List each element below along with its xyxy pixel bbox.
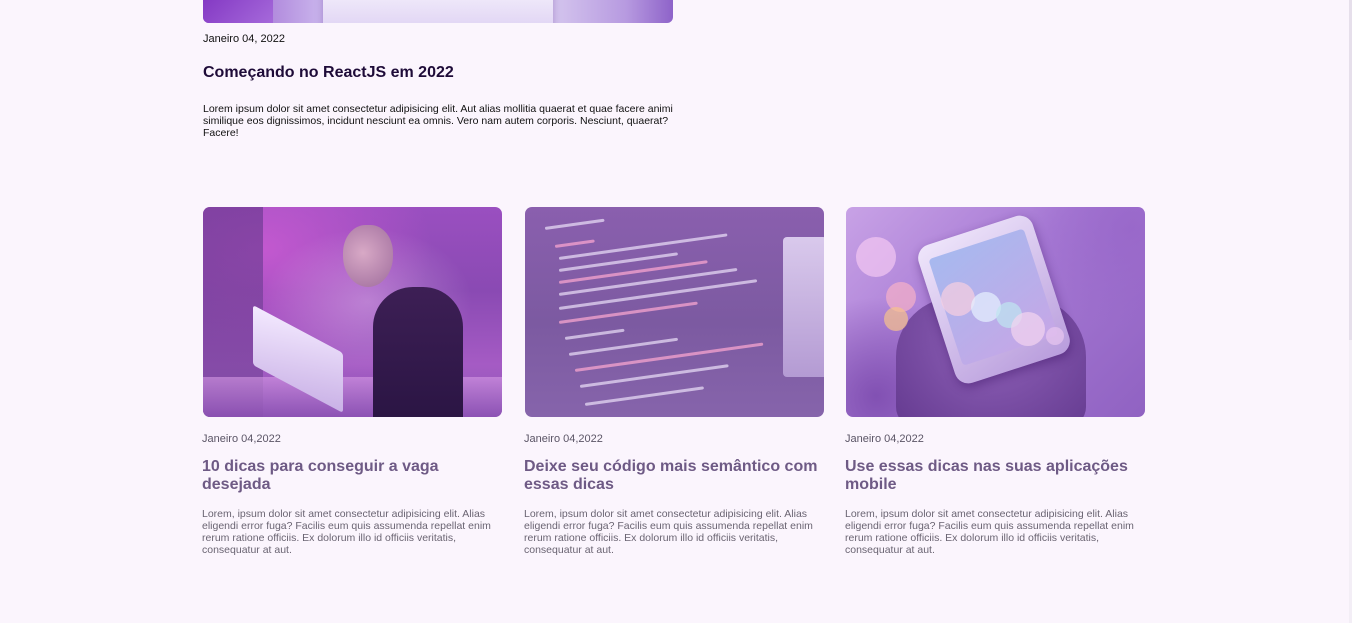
image-shape xyxy=(554,239,595,248)
post-card-image-laptop[interactable] xyxy=(203,207,502,417)
image-shape xyxy=(783,237,824,377)
image-shape xyxy=(574,342,764,372)
blog-page: Janeiro 04, 2022 Começando no ReactJS em… xyxy=(0,0,1352,623)
post-card-title[interactable]: 10 dicas para conseguir a vaga desejada xyxy=(202,458,502,494)
post-card-title[interactable]: Deixe seu código mais semântico com essa… xyxy=(524,458,824,494)
image-shape xyxy=(568,337,679,356)
image-shape xyxy=(1046,327,1064,345)
image-shape xyxy=(941,282,975,316)
image-shape xyxy=(203,0,273,23)
image-shape xyxy=(558,233,728,260)
post-card[interactable]: Janeiro 04,2022 Use essas dicas nas suas… xyxy=(845,207,1146,556)
post-card-image-phone[interactable] xyxy=(846,207,1145,417)
featured-post-title[interactable]: Começando no ReactJS em 2022 xyxy=(203,64,454,82)
image-shape xyxy=(558,267,738,296)
image-shape xyxy=(584,386,705,406)
image-shape xyxy=(323,0,553,23)
image-shape xyxy=(373,287,463,417)
image-shape xyxy=(1011,312,1045,346)
image-shape xyxy=(558,279,758,310)
post-card-excerpt: Lorem, ipsum dolor sit amet consectetur … xyxy=(524,508,813,556)
image-shape xyxy=(856,237,896,277)
post-card-title[interactable]: Use essas dicas nas suas aplicações mobi… xyxy=(845,458,1145,494)
image-shape xyxy=(558,260,708,284)
featured-post-image[interactable] xyxy=(203,0,673,23)
post-card-excerpt: Lorem, ipsum dolor sit amet consectetur … xyxy=(202,508,491,556)
featured-post-excerpt: Lorem ipsum dolor sit amet consectetur a… xyxy=(203,103,673,139)
image-shape xyxy=(343,225,393,287)
image-shape xyxy=(884,307,908,331)
post-card-image-code[interactable] xyxy=(525,207,824,417)
image-shape xyxy=(564,328,625,340)
post-card[interactable]: Janeiro 04,2022 10 dicas para conseguir … xyxy=(202,207,503,556)
post-card-date: Janeiro 04,2022 xyxy=(845,433,924,445)
featured-post-date: Janeiro 04, 2022 xyxy=(203,33,285,45)
post-card-date: Janeiro 04,2022 xyxy=(202,433,281,445)
image-shape xyxy=(544,218,605,230)
post-card[interactable]: Janeiro 04,2022 Deixe seu código mais se… xyxy=(524,207,825,556)
post-card-excerpt: Lorem, ipsum dolor sit amet consectetur … xyxy=(845,508,1134,556)
post-card-date: Janeiro 04,2022 xyxy=(524,433,603,445)
